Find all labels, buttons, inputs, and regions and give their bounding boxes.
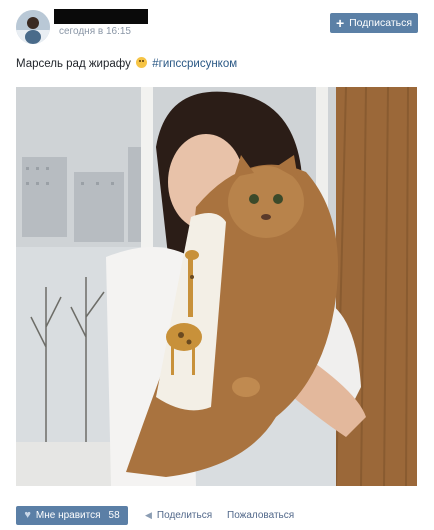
like-label: Мне нравится bbox=[35, 510, 101, 521]
hashtag-link[interactable]: #гипссрисунком bbox=[152, 58, 237, 70]
emoji-icon bbox=[136, 57, 148, 68]
post-photo[interactable] bbox=[16, 87, 417, 486]
wall-post: сегодня в 16:15 + Подписаться Марсель ра… bbox=[0, 0, 434, 530]
author-name-redacted[interactable] bbox=[54, 9, 148, 24]
heart-icon: ♥ bbox=[24, 509, 31, 521]
megaphone-icon: ◀ bbox=[145, 510, 152, 520]
avatar[interactable] bbox=[16, 10, 50, 44]
share-button[interactable]: ◀ Поделиться bbox=[145, 510, 212, 521]
post-text: Марсель рад жирафу #гипссрисунком bbox=[16, 57, 237, 70]
subscribe-button[interactable]: + Подписаться bbox=[330, 13, 418, 33]
like-count: 58 bbox=[108, 510, 120, 521]
post-text-body: Марсель рад жирафу bbox=[16, 58, 131, 70]
share-label: Поделиться bbox=[156, 510, 213, 521]
post-time[interactable]: сегодня в 16:15 bbox=[59, 26, 131, 37]
subscribe-label: Подписаться bbox=[349, 17, 413, 29]
plus-icon: + bbox=[335, 14, 345, 31]
report-button[interactable]: Пожаловаться bbox=[227, 510, 294, 521]
like-button[interactable]: ♥ Мне нравится 58 bbox=[16, 506, 128, 525]
